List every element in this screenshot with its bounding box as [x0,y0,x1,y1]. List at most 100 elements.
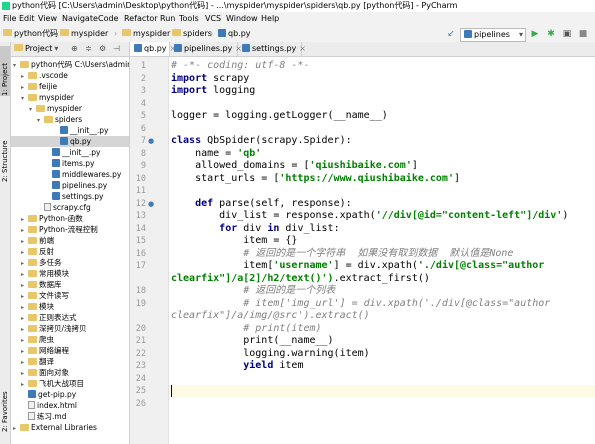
tool-tab-favorites[interactable]: 2: Favorites [0,382,10,432]
tab-label: pipelines.py [184,44,233,53]
tree-item-label: __init__.py [70,126,109,135]
gear-icon[interactable]: ⚙ [99,42,106,56]
tree-item-label: python代码 C:\Users\admin [31,60,130,69]
tree-item[interactable]: ▸ 网络编程 [11,345,129,356]
hide-icon[interactable]: ⊣ [113,42,120,56]
line-number: 10 [135,173,146,184]
debug-icon[interactable]: ✱ [546,29,556,39]
tree-item-label: spiders [55,115,83,124]
code-editor[interactable]: # -*- coding: utf-8 -*- import scrapy impo… [169,57,595,444]
breadcrumb-myspider-1[interactable]: myspider [60,28,108,40]
tree-item[interactable]: ▸ 多任务 [11,257,129,268]
menu-help[interactable]: Help [261,12,279,26]
run-config-selector[interactable]: pipelines ▾ [460,28,526,42]
tree-item[interactable]: ▾ spiders [11,114,129,125]
tree-item[interactable]: ▸ 正则表达式 [11,312,129,323]
breadcrumb-root[interactable]: python代码 [3,28,58,40]
python-file-icon [52,148,60,156]
tree-item-label: 模块 [39,302,54,311]
tree-item-label: 网络编程 [39,346,69,355]
tree-item[interactable]: ▸ 飞机大战项目 [11,378,129,389]
tree-item[interactable]: ▾ myspider [11,103,129,114]
tree-item[interactable]: ▸ 常用模块 [11,268,129,279]
project-panel: Project ▾ ⊕ ≑ ⚙ ⊣ ▾ python代码 C:\Users\admi… [11,42,130,444]
tree-item[interactable]: ▸ 数据库 [11,279,129,290]
menu-tools[interactable]: Tools [179,12,199,26]
menu-window[interactable]: Window [226,12,258,26]
tree-item[interactable]: ▸ 爬虫 [11,334,129,345]
tree-item[interactable]: __init__.py [11,125,129,136]
current-line-highlight [169,385,595,397]
tree-item[interactable]: __init__.py [11,147,129,158]
target-icon[interactable]: ⊕ [71,42,78,56]
line-number: 23 [135,361,146,371]
tree-item[interactable]: ▸ 反射 [11,246,129,257]
folder-icon [28,82,37,90]
tree-item[interactable]: ▸ Python-函数 [11,213,129,224]
tree-item[interactable]: 练习.md [11,411,129,422]
line-number: 19 [135,298,146,309]
breadcrumb-file[interactable]: qb.py [218,28,251,40]
tree-item[interactable]: items.py [11,158,129,169]
code-line: allowed_domains = ['qiushibaike.com'] [171,160,418,171]
tree-item[interactable]: settings.py [11,191,129,202]
folder-icon [122,29,131,36]
override-marker-icon[interactable]: ● [148,200,156,208]
tree-item[interactable]: ▸ 模块 [11,301,129,312]
tool-tab-project[interactable]: 1: Project [0,46,10,96]
breadcrumb-spiders[interactable]: spiders [172,28,212,40]
menu-refactor[interactable]: Refactor [124,12,158,26]
tree-item[interactable]: ▸ feijie [11,81,129,92]
menu-navigate[interactable]: Navigate [62,12,98,26]
tree-item[interactable]: ▸ External Libraries [11,422,129,433]
tab-settings[interactable]: settings.py × [238,42,306,56]
tree-item[interactable]: ▸ 面向对象 [11,367,129,378]
back-arrow-icon[interactable]: ↙ [446,29,456,39]
code-line: import scrapy [171,72,250,84]
tree-item[interactable]: qb.py [11,136,129,147]
tree-item[interactable]: ▸ 翻译 [11,356,129,367]
code-line: clearfix"]/a/img/@src').extract() [171,310,370,321]
code-line: print(__name__) [171,335,334,346]
collapse-icon[interactable]: ≑ [85,42,92,56]
line-number: 9 [140,161,146,171]
window-title: python代码 [C:\Users\admin\Desktop\python代… [12,1,458,10]
tree-item[interactable]: ▸ .vscode [11,70,129,81]
editor-gutter[interactable]: 1 2 3 4 5 6 7 8 9 10 11 12 13 14 15 16 17 18 19 20 21 22 23 24 2… [130,57,169,444]
left-tool-strip: 1: Project 2: Structure 2: Favorites [0,42,11,444]
breadcrumb-label: qb.py [228,29,251,38]
run-icon[interactable]: ▶ [530,29,540,39]
tool-tab-structure[interactable]: 2: Structure [0,132,10,182]
menu-vcs[interactable]: VCS [205,12,221,26]
menu-code[interactable]: Code [98,12,118,26]
tree-item[interactable]: middlewares.py [11,169,129,180]
chevron-right-icon: › [52,29,56,38]
tree-item[interactable]: ▾ python代码 C:\Users\admin [11,59,129,70]
tab-qb[interactable]: qb.py × [130,42,176,56]
tree-item[interactable]: pipelines.py [11,180,129,191]
chevron-down-icon[interactable]: ▾ [54,44,58,53]
menu-edit[interactable]: Edit [19,12,35,26]
folder-icon [28,335,37,343]
menu-view[interactable]: View [38,12,57,26]
folder-icon [28,93,37,101]
close-icon[interactable]: × [299,44,306,53]
tree-item[interactable]: ▾ myspider [11,92,129,103]
menu-file[interactable]: File [3,12,16,26]
tree-item[interactable]: get-pip.py [11,389,129,400]
coverage-icon[interactable]: ▣ [562,29,572,39]
folder-icon [28,324,37,332]
tree-item[interactable]: index.html [11,400,129,411]
tree-item[interactable]: scrapy.cfg [11,202,129,213]
tab-pipelines[interactable]: pipelines.py × [170,42,242,56]
tree-item[interactable]: ▸ Python-流程控制 [11,224,129,235]
stop-icon[interactable]: ■ [578,29,588,39]
tree-item[interactable]: ▸ 文件读写 [11,290,129,301]
collapsed-arrow-icon[interactable]: ▸ [13,423,20,434]
code-line: start_urls = ['https://www.qiushibaike.c… [171,172,461,184]
class-marker-icon[interactable]: ● [148,137,156,145]
tree-item[interactable]: ▸ 前端 [11,235,129,246]
tree-item-label: 深拷贝/浅拷贝 [39,324,87,333]
tree-item[interactable]: ▸ 深拷贝/浅拷贝 [11,323,129,334]
menu-run[interactable]: Run [160,12,175,26]
